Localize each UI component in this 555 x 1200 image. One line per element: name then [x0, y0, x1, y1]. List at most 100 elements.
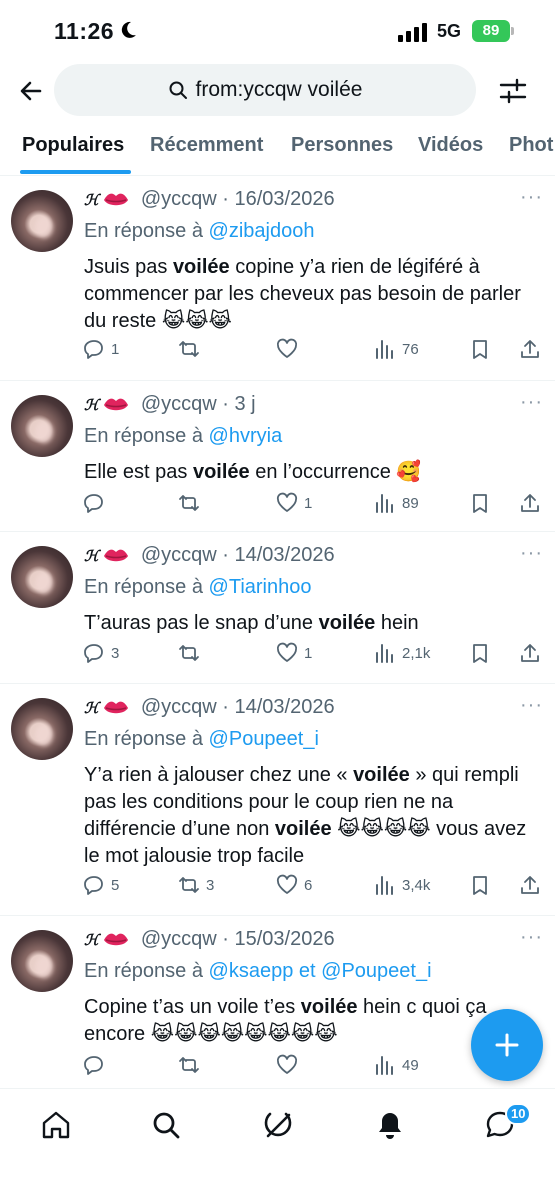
share-button[interactable]: [519, 874, 541, 896]
reply-button[interactable]: 5: [83, 874, 119, 896]
text-part: en l’occurrence 🥰: [249, 461, 422, 483]
tweet[interactable]: ℋ @yccqw · 15/03/2026 ··· En réponse à @…: [0, 916, 555, 1088]
tab-recemment[interactable]: Récemment: [150, 134, 263, 157]
more-icon[interactable]: ···: [520, 542, 543, 565]
reply-icon: [84, 340, 103, 359]
like-button[interactable]: [276, 1054, 304, 1076]
like-button[interactable]: 6: [276, 874, 312, 896]
retweet-button[interactable]: [178, 1054, 206, 1076]
tweet-handle[interactable]: @yccqw: [141, 544, 217, 567]
tweet[interactable]: ℋ @yccqw · 14/03/2026 ··· En réponse à @…: [0, 532, 555, 684]
reply-button[interactable]: [83, 1054, 111, 1076]
more-icon[interactable]: ···: [520, 391, 543, 414]
like-icon: [276, 874, 298, 894]
text-part: T’auras pas le snap d’une: [84, 612, 319, 634]
more-icon[interactable]: ···: [520, 926, 543, 949]
like-button[interactable]: 1: [276, 642, 312, 664]
tweet-actions: 1 89: [0, 492, 555, 520]
tab-populaires[interactable]: Populaires: [22, 134, 124, 157]
avatar[interactable]: [11, 190, 73, 252]
avatar[interactable]: [11, 395, 73, 457]
retweet-icon: [179, 877, 199, 893]
reply-button[interactable]: 3: [83, 642, 119, 664]
tweet[interactable]: ℋ @yccqw · 3 j ··· En réponse à @hvryia …: [0, 381, 555, 532]
share-button[interactable]: [519, 642, 541, 664]
avatar[interactable]: [11, 698, 73, 760]
avatar[interactable]: [11, 930, 73, 992]
tweet-handle[interactable]: @yccqw: [141, 696, 217, 719]
more-icon[interactable]: ···: [520, 186, 543, 209]
tweet-handle[interactable]: @yccqw: [141, 393, 217, 416]
bookmark-button[interactable]: [469, 642, 491, 664]
views-button[interactable]: 2,1k: [374, 642, 430, 664]
reply-context: En réponse à @ksaepp et @Poupeet_i: [84, 960, 432, 983]
home-icon[interactable]: [40, 1109, 72, 1141]
reply-mention[interactable]: @Poupeet_i: [209, 728, 319, 750]
avatar[interactable]: [11, 546, 73, 608]
highlight-term: voilée: [300, 996, 358, 1018]
bookmark-button[interactable]: [469, 338, 491, 360]
compose-button[interactable]: [471, 1009, 543, 1081]
bell-icon[interactable]: [374, 1109, 406, 1141]
bookmark-icon: [473, 876, 487, 895]
tweet-handle[interactable]: @yccqw: [141, 188, 217, 211]
like-icon: [276, 338, 298, 358]
reply-mention[interactable]: @zibajdooh: [209, 220, 315, 242]
views-button[interactable]: 89: [374, 492, 419, 514]
tweet[interactable]: ℋ @yccqw · 16/03/2026 ··· En réponse à @…: [0, 176, 555, 381]
status-time: 11:26: [54, 18, 115, 44]
more-icon[interactable]: ···: [520, 694, 543, 717]
back-arrow-icon[interactable]: [14, 74, 48, 108]
like-icon: [276, 492, 298, 512]
reply-prefix: En réponse à: [84, 576, 203, 598]
views-count: 2,1k: [402, 644, 431, 662]
share-button[interactable]: [519, 338, 541, 360]
reply-mention[interactable]: @hvryia: [209, 425, 283, 447]
tab-photos[interactable]: Phot: [509, 134, 553, 157]
display-name[interactable]: ℋ: [84, 699, 99, 717]
search-icon[interactable]: [150, 1109, 182, 1141]
grok-icon[interactable]: [262, 1109, 294, 1141]
display-name[interactable]: ℋ: [84, 191, 99, 209]
filter-icon[interactable]: [496, 74, 530, 108]
views-button[interactable]: 49: [374, 1054, 419, 1076]
reply-context: En réponse à @Poupeet_i: [84, 728, 319, 751]
like-button[interactable]: 1: [276, 492, 312, 514]
signal-icon: [398, 23, 427, 42]
tab-personnes[interactable]: Personnes: [291, 134, 393, 157]
bookmark-button[interactable]: [469, 874, 491, 896]
tweet[interactable]: ℋ @yccqw · 14/03/2026 ··· En réponse à @…: [0, 684, 555, 916]
tweet-handle[interactable]: @yccqw: [141, 928, 217, 951]
retweet-button[interactable]: [178, 492, 206, 514]
reply-mention[interactable]: @ksaepp et @Poupeet_i: [209, 960, 432, 982]
display-name[interactable]: ℋ: [84, 396, 99, 414]
reply-button[interactable]: [83, 492, 111, 514]
share-icon: [521, 340, 539, 358]
like-button[interactable]: [276, 338, 304, 360]
reply-button[interactable]: 1: [83, 338, 119, 360]
tab-videos[interactable]: Vidéos: [418, 134, 483, 157]
views-icon: [376, 876, 393, 895]
retweet-button[interactable]: 3: [178, 874, 214, 896]
lips-emoji-icon: [103, 193, 128, 205]
share-button[interactable]: [519, 492, 541, 514]
tweet-actions: 3 1 2,1k: [0, 642, 555, 670]
reply-context: En réponse à @hvryia: [84, 425, 282, 448]
tweet-actions: 1 76: [0, 338, 555, 366]
bookmark-button[interactable]: [469, 492, 491, 514]
reply-mention[interactable]: @Tiarinhoo: [209, 576, 312, 598]
retweet-button[interactable]: [178, 338, 206, 360]
views-button[interactable]: 76: [374, 338, 419, 360]
tweet-text: Y’a rien à jalouser chez une « voilée » …: [84, 762, 534, 870]
like-icon: [276, 642, 298, 662]
highlight-term: voilée: [318, 612, 376, 634]
display-name[interactable]: ℋ: [84, 931, 99, 949]
like-count: 1: [304, 644, 313, 662]
tweet-header: ℋ @yccqw · 14/03/2026: [84, 696, 335, 719]
bookmark-icon: [473, 340, 487, 359]
views-button[interactable]: 3,4k: [374, 874, 430, 896]
retweet-button[interactable]: [178, 642, 206, 664]
tweet-header: ℋ @yccqw · 14/03/2026: [84, 544, 335, 567]
search-input[interactable]: from:yccqw voilée: [54, 64, 476, 116]
display-name[interactable]: ℋ: [84, 547, 99, 565]
